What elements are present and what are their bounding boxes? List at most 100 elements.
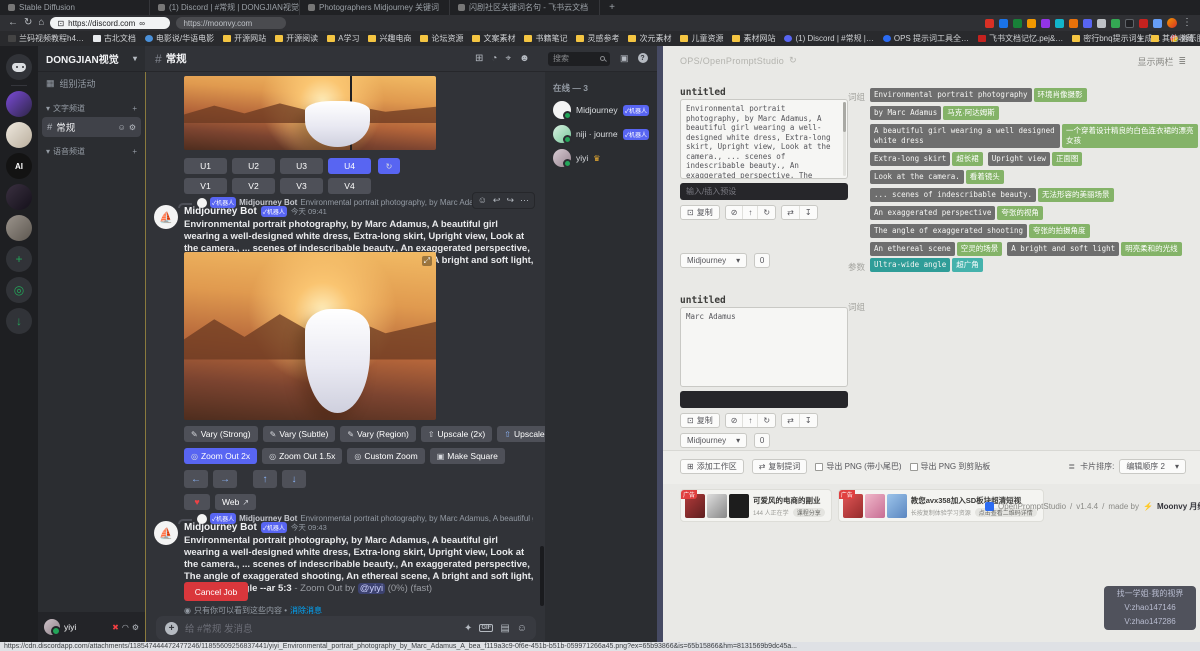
bookmark-item[interactable]: 飞书文档记忆.pej&… (978, 33, 1063, 44)
copy-button[interactable]: ⊡复制 (680, 413, 720, 428)
action-button[interactable]: ✎Vary (Strong) (184, 426, 258, 442)
extension-icon[interactable] (1111, 19, 1120, 28)
prompt-tag[interactable]: by Marc Adamus 马克·阿达姆斯 (870, 106, 999, 120)
browser-tab[interactable]: (1) Discord | #常规 | DONGJIAN视觉 (150, 0, 300, 15)
discord-home-icon[interactable] (6, 54, 32, 80)
action-button[interactable]: ◎Zoom Out 2x (184, 448, 257, 464)
pan-button[interactable]: ← (184, 470, 208, 488)
upload-button[interactable]: ↑ (743, 206, 758, 219)
bookmark-item[interactable]: 儿童资源 (680, 33, 723, 44)
explore-servers-button[interactable]: ◎ (6, 277, 32, 303)
reply-icon[interactable]: ↩ (493, 195, 501, 206)
headphones-icon[interactable]: ◠ (122, 623, 129, 632)
notifications-bell-icon[interactable]: ◔ (491, 53, 497, 64)
reroll-button[interactable]: ↻ (378, 158, 400, 174)
invite-people-icon[interactable]: ☺ (118, 123, 126, 132)
footer-brand[interactable]: Moonvy 月维 (1157, 501, 1200, 512)
clear-button[interactable]: ⊘ (726, 206, 744, 219)
help-icon[interactable]: ? (638, 53, 648, 63)
bookmark-item[interactable]: 古北文档 (93, 33, 136, 44)
pan-button[interactable]: → (213, 470, 237, 488)
retranslate-button[interactable]: ↻ (758, 206, 775, 219)
extension-icon[interactable] (1125, 19, 1134, 28)
extension-icon[interactable] (1013, 19, 1022, 28)
refresh-icon[interactable]: ↻ (24, 18, 32, 28)
bookmark-item[interactable]: 兰码视频教程h4… (8, 33, 84, 44)
member-row[interactable]: yiyi ♛ (545, 146, 657, 170)
prompt-tag[interactable]: An exaggerated perspective 夸张的视角 (870, 206, 1043, 220)
pinned-messages-icon[interactable]: ⌖ (505, 53, 511, 64)
export-png-clipboard-checkbox[interactable]: 导出 PNG 到剪贴板 (910, 461, 991, 472)
new-tab-button[interactable]: + (604, 0, 620, 15)
variation-button[interactable]: V2 (232, 178, 275, 194)
pan-button[interactable]: ↑ (253, 470, 277, 488)
sidebar-item-events[interactable]: ▦ 组别活动 (38, 72, 145, 95)
bookmark-item[interactable]: 次元素材 (628, 33, 671, 44)
mic-muted-icon[interactable]: ✖ (112, 623, 119, 632)
bookmark-item[interactable]: 开源网站 (223, 33, 266, 44)
back-icon[interactable]: ← (8, 18, 18, 28)
extension-icon[interactable] (1027, 19, 1036, 28)
category-voice-channels[interactable]: ▾ 语音频道 + (38, 138, 145, 159)
forward-icon[interactable]: ↪ (506, 195, 514, 206)
extension-icon[interactable] (1041, 19, 1050, 28)
bookmark-item[interactable]: OPS 提示词工具全… (883, 33, 969, 44)
avatar[interactable]: ⛵ (154, 205, 178, 229)
upload-button[interactable]: ↑ (743, 414, 758, 427)
channel-item-general[interactable]: # 常规 ☺ ⚙ (42, 117, 141, 137)
dismiss-message-link[interactable]: 消除消息 (290, 605, 322, 616)
promo-card[interactable]: 广告 可爱风的电商的副业 144 人正在学课程分享 (680, 489, 832, 522)
gift-icon[interactable]: ✦ (464, 623, 472, 634)
attach-plus-icon[interactable]: + (165, 622, 178, 635)
action-button[interactable]: ⇧Upscale (2x) (421, 426, 492, 442)
browser-tab[interactable]: Stable Diffusion (0, 0, 150, 15)
prompt-textarea[interactable]: Environmental portrait photography, by M… (680, 99, 848, 179)
action-button[interactable]: ✎Vary (Subtle) (263, 426, 336, 442)
clear-button[interactable]: ⊘ (726, 414, 744, 427)
upscale-button[interactable]: U4 (328, 158, 371, 174)
refresh-icon[interactable]: ↻ (789, 55, 797, 66)
prompt-tag[interactable]: A bright and soft light 明亮柔和的光线 (1007, 242, 1181, 256)
variation-button[interactable]: V1 (184, 178, 227, 194)
export-png-tail-checkbox[interactable]: 导出 PNG (带小尾巴) (815, 461, 901, 472)
prompt-tag[interactable]: The angle of exaggerated shooting 夸张的拍摄角… (870, 224, 1090, 238)
editor-title[interactable]: untitled (680, 295, 726, 306)
server-icon[interactable]: AI (6, 153, 32, 179)
extension-icon[interactable] (1153, 19, 1162, 28)
split-screen-icon[interactable]: ∞ (139, 19, 145, 28)
sort-select[interactable]: 编辑顺序 2▾ (1119, 459, 1186, 474)
extension-icon[interactable] (1083, 19, 1092, 28)
address-bar-left[interactable]: ⊡ https://discord.com ∞ (50, 17, 170, 29)
count-box[interactable]: 0 (754, 433, 770, 448)
swap-button[interactable]: ⇄ (782, 414, 800, 427)
retranslate-button[interactable]: ↻ (758, 414, 775, 427)
expand-image-icon[interactable]: ⤢ (422, 256, 432, 266)
server-icon[interactable] (6, 184, 32, 210)
home-icon[interactable]: ⌂ (38, 18, 44, 28)
create-channel-icon[interactable]: + (132, 104, 137, 113)
action-button[interactable]: ◎Custom Zoom (347, 448, 424, 464)
site-info-icon[interactable]: ⊡ (57, 19, 64, 28)
editor-title[interactable]: untitled (680, 87, 726, 98)
action-button[interactable]: ✎Vary (Region) (340, 426, 416, 442)
action-button[interactable]: ◎Zoom Out 1.5x (262, 448, 342, 464)
channel-settings-icon[interactable]: ⚙ (129, 123, 136, 132)
param-tag[interactable]: Ultra-wide angle 超广角 (870, 258, 983, 272)
add-workspace-button[interactable]: ⊞添加工作区 (680, 459, 744, 474)
message-author[interactable]: Midjourney Bot (184, 206, 257, 217)
gif-picker-icon[interactable]: GIF (479, 624, 493, 632)
prompt-tag[interactable]: Environmental portrait photography 环境肖像摄… (870, 88, 1087, 102)
prompt-tag[interactable]: A beautiful girl wearing a well designed… (870, 124, 1198, 148)
bookmark-item[interactable]: 灵感参考 (576, 33, 619, 44)
threads-icon[interactable]: ⊞ (475, 53, 483, 64)
preset-input-bar[interactable] (680, 391, 848, 408)
server-icon[interactable] (6, 91, 32, 117)
other-bookmarks-button[interactable]: 其他收藏 (1151, 33, 1194, 44)
create-channel-icon[interactable]: + (132, 147, 137, 156)
address-bar-right[interactable]: https://moonvy.com (176, 17, 286, 29)
preset-input-bar[interactable]: 输入/插入预设 (680, 183, 848, 200)
copy-button[interactable]: ⊡复制 (680, 205, 720, 220)
bookmark-item[interactable]: 论坛资源 (420, 33, 463, 44)
add-server-button[interactable]: + (6, 246, 32, 272)
server-header[interactable]: DONGJIAN视觉 ▾ (38, 46, 145, 72)
